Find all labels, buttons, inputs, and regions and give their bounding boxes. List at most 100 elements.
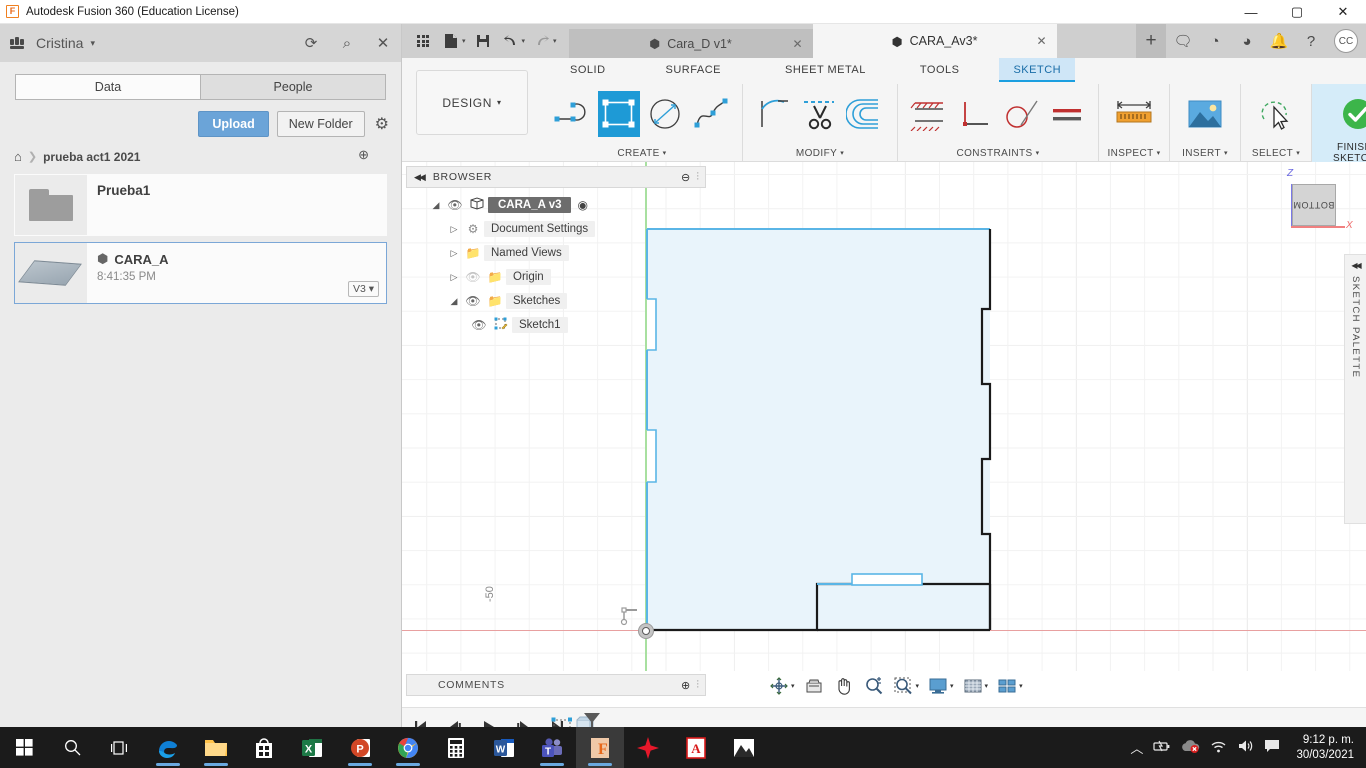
- expand-arrows-icon[interactable]: ◀◀: [1351, 261, 1361, 270]
- grid-and-snaps[interactable]: ▾: [958, 674, 993, 698]
- left-tab-lower[interactable]: [647, 429, 657, 483]
- powerpoint-icon[interactable]: P: [336, 727, 384, 768]
- notifications-icon[interactable]: 🔔: [1264, 24, 1294, 58]
- chevron-down-icon[interactable]: ▾: [1019, 682, 1023, 690]
- visibility-eye-off-icon[interactable]: 👁: [462, 270, 484, 284]
- orbit-tool[interactable]: ▾: [764, 674, 799, 698]
- document-tab-cara-a[interactable]: ⬢ CARA_Av3* ✕: [812, 24, 1057, 58]
- visibility-eye-icon[interactable]: 👁: [462, 294, 484, 308]
- expand-arrow-icon[interactable]: ▷: [446, 224, 462, 235]
- expand-arrow-icon[interactable]: ▷: [446, 272, 462, 283]
- close-panel-icon[interactable]: ✕: [373, 33, 393, 53]
- trim-tool[interactable]: [799, 91, 841, 137]
- tree-node-named-views[interactable]: ▷ 📁 Named Views: [406, 241, 706, 265]
- redo-caret-icon[interactable]: ▾: [553, 37, 557, 45]
- tree-node-sketches[interactable]: ◢ 👁 📁 Sketches: [406, 289, 706, 313]
- new-folder-button[interactable]: New Folder: [276, 111, 365, 137]
- workspace-selector[interactable]: DESIGN ▾: [416, 70, 528, 135]
- viewports[interactable]: ▾: [992, 674, 1027, 698]
- fix-unfix-constraint[interactable]: [908, 91, 950, 137]
- rectangle-tool[interactable]: [598, 91, 640, 137]
- tab-sketch[interactable]: SKETCH: [999, 58, 1076, 82]
- chevron-down-icon[interactable]: ▾: [985, 682, 989, 690]
- finish-sketch-tool[interactable]: [1322, 91, 1366, 137]
- hub-name[interactable]: Cristina: [36, 35, 83, 51]
- globe-icon[interactable]: ⊕: [358, 147, 369, 163]
- maximize-button[interactable]: ▢: [1274, 0, 1320, 24]
- display-settings[interactable]: ▾: [923, 674, 958, 698]
- expand-arrow-icon[interactable]: ◢: [428, 200, 444, 211]
- add-tab-button[interactable]: +: [1136, 24, 1166, 58]
- zoom-tool[interactable]: [859, 674, 889, 698]
- search-icon[interactable]: ⌕: [337, 33, 357, 53]
- browser-minimize-icon[interactable]: ⊖: [681, 171, 690, 184]
- add-comment-icon[interactable]: ⊕: [681, 679, 690, 692]
- tree-node-sketch1[interactable]: 👁 Sketch1: [406, 313, 706, 337]
- line-tool[interactable]: [552, 91, 594, 137]
- microsoft-store-icon[interactable]: [240, 727, 288, 768]
- minimize-button[interactable]: —: [1228, 0, 1274, 24]
- panel-select-label[interactable]: SELECT ▾: [1247, 144, 1305, 162]
- chevron-down-icon[interactable]: ▾: [950, 682, 954, 690]
- panel-create-label[interactable]: CREATE ▾: [548, 144, 736, 162]
- onedrive-icon[interactable]: [1181, 739, 1200, 756]
- recent-icon[interactable]: ◕: [1232, 24, 1262, 58]
- offset-tool[interactable]: [845, 91, 887, 137]
- sketch-palette-tab[interactable]: ◀◀ SKETCH PALETTE: [1344, 254, 1366, 524]
- save-icon[interactable]: [470, 28, 496, 54]
- version-dropdown[interactable]: V3 ▾: [347, 281, 379, 297]
- avatar[interactable]: CC: [1334, 29, 1358, 53]
- help-icon[interactable]: ?: [1296, 24, 1326, 58]
- premiere-icon[interactable]: [624, 727, 672, 768]
- search-button[interactable]: [48, 727, 96, 768]
- redo-icon[interactable]: [529, 28, 555, 54]
- comments-panel[interactable]: COMMENTS ⊕ ⫶: [406, 674, 706, 696]
- insert-image-tool[interactable]: [1180, 91, 1230, 137]
- new-file-caret-icon[interactable]: ▾: [462, 37, 466, 45]
- activate-component-radio[interactable]: ◉: [577, 198, 587, 212]
- panel-finish-sketch-label[interactable]: FINISH SKETCH ▾: [1318, 142, 1366, 164]
- photos-icon[interactable]: [720, 727, 768, 768]
- action-center-icon[interactable]: [1264, 739, 1280, 756]
- comments-icon[interactable]: 🗨: [1168, 24, 1198, 58]
- teams-icon[interactable]: T: [528, 727, 576, 768]
- tab-surface[interactable]: SURFACE: [652, 58, 735, 82]
- refresh-icon[interactable]: ⟳: [301, 33, 321, 53]
- volume-icon[interactable]: [1237, 739, 1254, 756]
- tab-solid[interactable]: SOLID: [556, 58, 620, 82]
- chevron-down-icon[interactable]: ▾: [916, 682, 920, 690]
- chevron-down-icon[interactable]: ▾: [791, 682, 795, 690]
- new-file-icon[interactable]: [438, 28, 464, 54]
- tab-data[interactable]: Data: [15, 74, 200, 100]
- tree-node-origin[interactable]: ▷ 👁 📁 Origin: [406, 265, 706, 289]
- close-icon[interactable]: ✕: [1036, 34, 1046, 48]
- file-explorer-icon[interactable]: [192, 727, 240, 768]
- fusion360-icon[interactable]: F: [576, 727, 624, 768]
- tree-node-document-settings[interactable]: ▷ ⚙ Document Settings: [406, 217, 706, 241]
- chevron-down-icon[interactable]: ▾: [90, 38, 95, 49]
- panel-modify-label[interactable]: MODIFY ▾: [749, 144, 891, 162]
- undo-caret-icon[interactable]: ▾: [522, 37, 526, 45]
- excel-icon[interactable]: X: [288, 727, 336, 768]
- tab-tools[interactable]: TOOLS: [906, 58, 974, 82]
- acrobat-icon[interactable]: A: [672, 727, 720, 768]
- start-button[interactable]: [0, 727, 48, 768]
- tab-people[interactable]: People: [200, 74, 386, 100]
- view-cube[interactable]: Z X BOTTOM: [1270, 166, 1353, 242]
- close-icon[interactable]: ✕: [792, 37, 802, 51]
- expand-arrow-icon[interactable]: ▷: [446, 248, 462, 259]
- tab-sheet-metal[interactable]: SHEET METAL: [771, 58, 880, 82]
- spline-tool[interactable]: [690, 91, 732, 137]
- browser-grip-icon[interactable]: ⫶: [696, 171, 699, 184]
- visibility-eye-icon[interactable]: 👁: [468, 318, 490, 332]
- upload-button[interactable]: Upload: [198, 111, 269, 137]
- app-grid-icon[interactable]: [410, 28, 436, 54]
- panel-inspect-label[interactable]: INSPECT ▾: [1105, 144, 1163, 162]
- pan-tool[interactable]: [829, 674, 859, 698]
- task-view-button[interactable]: [96, 727, 144, 768]
- panel-constraints-label[interactable]: CONSTRAINTS ▾: [904, 144, 1092, 162]
- view-cube-face[interactable]: BOTTOM: [1292, 184, 1336, 226]
- home-icon[interactable]: ⌂: [14, 149, 22, 164]
- job-status-icon[interactable]: ◔: [1200, 24, 1230, 58]
- breadcrumb-current-folder[interactable]: prueba act1 2021: [43, 150, 140, 164]
